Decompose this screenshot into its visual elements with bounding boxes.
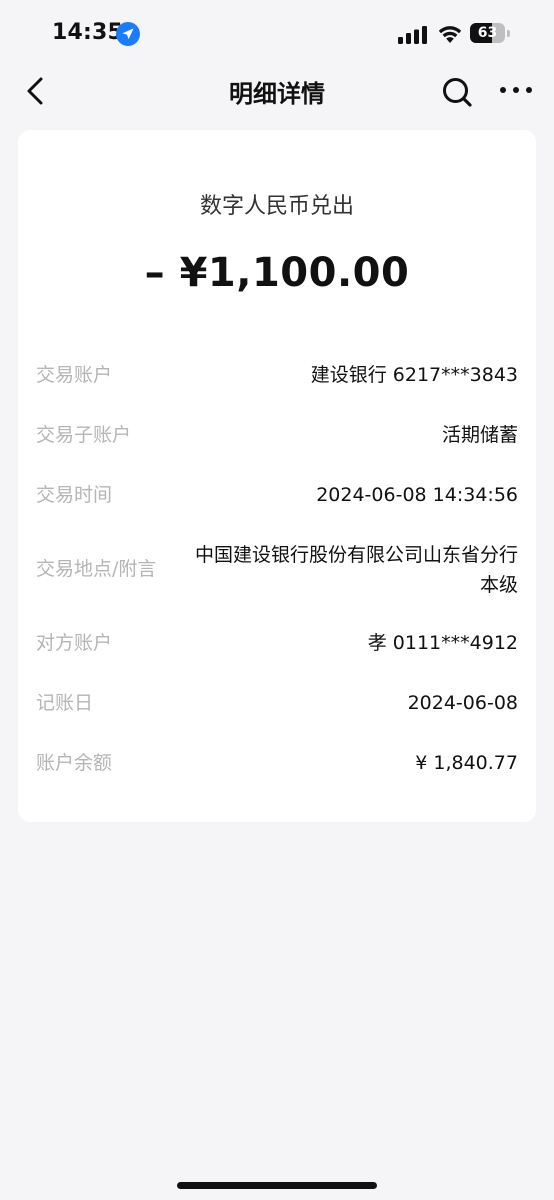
battery-icon: 63 [470, 23, 510, 43]
more-icon[interactable] [498, 83, 534, 97]
detail-list: 交易账户 建设银行 6217***3843 交易子账户 活期储蓄 交易时间 20… [36, 360, 518, 808]
location-arrow-icon [116, 22, 140, 46]
battery-level: 63 [477, 25, 498, 41]
battery-cap [507, 30, 510, 37]
balance-label: 账户余额 [36, 752, 113, 774]
transaction-amount: – ¥1,100.00 [144, 250, 410, 296]
counterparty-value: 孝 0111***4912 [367, 632, 518, 654]
home-indicator[interactable] [177, 1182, 377, 1189]
detail-row-account: 交易账户 建设银行 6217***3843 [36, 360, 518, 420]
time-label: 交易时间 [36, 484, 113, 506]
status-bar: 14:35 63 [0, 0, 554, 66]
account-label: 交易账户 [36, 364, 113, 386]
detail-row-posting-date: 记账日 2024-06-08 [36, 688, 518, 748]
location-label: 交易地点/附言 [36, 558, 157, 580]
wifi-icon [438, 26, 462, 43]
balance-value: ¥ 1,840.77 [415, 752, 518, 774]
posting-date-value: 2024-06-08 [407, 692, 518, 714]
subaccount-value: 活期储蓄 [441, 424, 518, 446]
location-value: 中国建设银行股份有限公司山东省分行本级 [194, 544, 518, 596]
detail-row-subaccount: 交易子账户 活期储蓄 [36, 420, 518, 480]
counterparty-label: 对方账户 [36, 632, 113, 654]
search-icon[interactable] [440, 75, 474, 109]
detail-row-location: 交易地点/附言 中国建设银行股份有限公司山东省分行本级 [36, 540, 518, 628]
signal-icon [398, 26, 427, 44]
battery-body: 63 [470, 23, 505, 43]
transaction-type: 数字人民币兑出 [199, 194, 354, 219]
detail-row-time: 交易时间 2024-06-08 14:34:56 [36, 480, 518, 540]
nav-bar: 明细详情 [0, 66, 554, 116]
posting-date-label: 记账日 [36, 692, 94, 714]
detail-row-balance: 账户余额 ¥ 1,840.77 [36, 748, 518, 808]
detail-row-counterparty: 对方账户 孝 0111***4912 [36, 628, 518, 688]
time-value: 2024-06-08 14:34:56 [316, 484, 518, 506]
back-icon[interactable] [22, 76, 50, 106]
status-time: 14:35 [52, 20, 124, 45]
account-value: 建设银行 6217***3843 [310, 364, 518, 386]
subaccount-label: 交易子账户 [36, 424, 132, 446]
transaction-card: 数字人民币兑出 – ¥1,100.00 交易账户 建设银行 6217***384… [18, 130, 536, 822]
